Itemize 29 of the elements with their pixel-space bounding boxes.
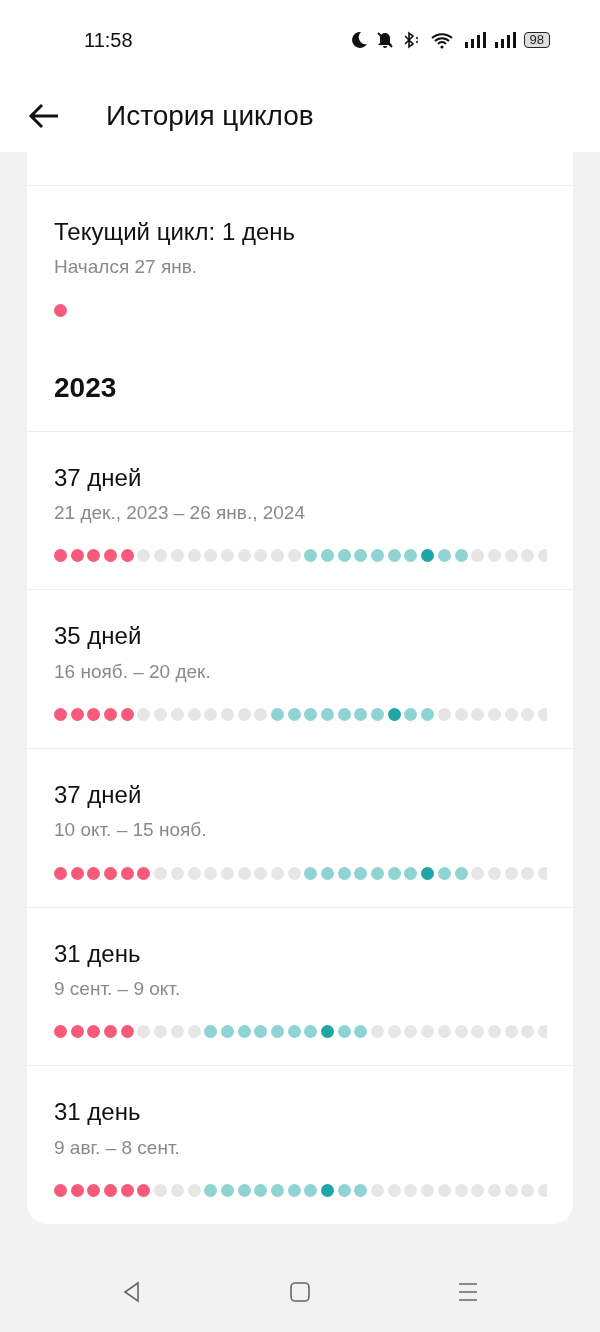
cycle-dates: 10 окт. – 15 нояб. [54, 818, 208, 843]
cycle-dates: 16 нояб. – 20 дек. [54, 659, 212, 684]
cycle-length: 31 день [54, 1097, 142, 1128]
cycle-dates: 9 сент. – 9 окт. [54, 976, 182, 1001]
clock: 11:58 [84, 28, 133, 53]
cycle-dates: 9 авг. – 8 сент. [54, 1135, 181, 1160]
home-nav-icon[interactable] [288, 1280, 312, 1304]
signal-icon [493, 31, 516, 49]
cycle-row[interactable]: 31 день 9 сент. – 9 окт. [27, 907, 573, 1067]
bell-off-icon [375, 31, 394, 49]
cycle-length: 37 дней [54, 780, 143, 811]
cycle-dates: Начался 27 янв. [54, 255, 199, 280]
moon-icon [349, 31, 368, 49]
battery-level: 98 [523, 32, 550, 48]
cycle-row[interactable]: 35 дней 16 нояб. – 20 дек. [27, 590, 573, 750]
cycle-length: Текущий цикл: 1 день [54, 217, 297, 247]
cycle-length: 37 дней [54, 462, 143, 493]
cycle-row[interactable]: 37 дней 10 окт. – 15 нояб. [27, 749, 573, 908]
page-title: История циклов [106, 99, 314, 133]
cycle-length: 35 дней [54, 621, 143, 652]
cycle-row[interactable]: Текущий цикл: 1 день Начался 27 янв. [27, 186, 573, 344]
cycle-row[interactable]: 31 день 9 авг. – 8 сент. [27, 1066, 573, 1225]
back-arrow-icon[interactable] [28, 102, 60, 130]
signal-icon [463, 31, 486, 49]
cycle-row[interactable]: 37 дней 21 дек., 2023 – 26 янв., 2024 [27, 431, 573, 591]
cycle-length: 31 день [54, 938, 142, 969]
menu-nav-icon[interactable] [456, 1280, 480, 1304]
year-heading: 2023 [53, 370, 118, 405]
cycle-dates: 21 дек., 2023 – 26 янв., 2024 [54, 500, 306, 525]
